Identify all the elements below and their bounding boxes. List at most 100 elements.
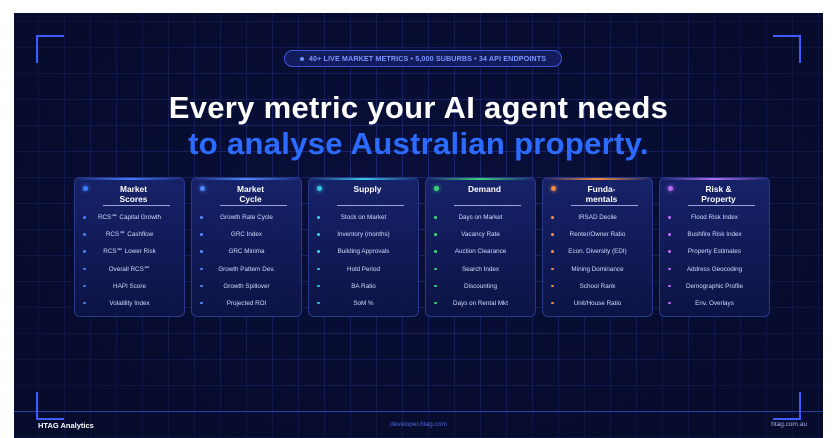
bullet-icon — [668, 250, 671, 253]
metric-list-item: Unit/House Ratio — [547, 295, 648, 312]
card-metric-list: Flood Risk Index Bushfire Risk Index Prope… — [664, 209, 765, 312]
card-accent-line — [543, 178, 652, 180]
card-accent-line — [309, 178, 418, 180]
metric-label: Search Index — [461, 265, 500, 273]
card-divider — [688, 205, 755, 206]
bullet-icon — [83, 301, 86, 305]
bullet-icon — [668, 284, 671, 288]
metric-list-item: Mining Dominance — [547, 261, 648, 278]
metric-list-item: Stock on Market — [313, 209, 414, 226]
metric-label: Volatility Index — [109, 300, 150, 308]
metric-label: IRSAD Decile — [578, 214, 617, 222]
card-title: Supply — [353, 184, 382, 194]
metric-label: Auction Clearance — [454, 248, 507, 256]
bullet-icon — [551, 284, 554, 288]
metric-label: Days on Market — [458, 214, 503, 222]
live-dot-icon — [299, 56, 304, 61]
metric-list-item: Vacancy Rate — [430, 226, 531, 243]
metric-label: Hold Period — [347, 265, 380, 273]
bullet-icon — [317, 284, 320, 288]
metric-label: Stock on Market — [340, 214, 387, 222]
metric-label: Vacancy Rate — [461, 231, 500, 239]
metric-label: RCS℠ Capital Growth — [97, 214, 162, 222]
metric-list-item: Env. Overlays — [664, 295, 765, 312]
metric-list-item: Property Estimates — [664, 243, 765, 260]
metric-label: HAPI Score — [113, 282, 146, 290]
bullet-icon — [200, 216, 203, 219]
bullet-icon — [434, 216, 437, 219]
metric-label: Unit/House Ratio — [573, 300, 622, 308]
card-title: Market Scores — [119, 184, 148, 204]
card-title: Market Cycle — [237, 184, 264, 204]
metric-list-item: Auction Clearance — [430, 243, 531, 260]
metric-label: GRC Index — [230, 231, 263, 239]
card-divider — [454, 205, 521, 206]
card-dot-icon — [668, 186, 673, 191]
card-metric-list: Stock on Market Inventory (months) Buildin… — [313, 209, 414, 312]
bullet-icon — [434, 301, 437, 305]
footer-site-link[interactable]: htag.com.au — [771, 421, 807, 428]
metric-list-item: Overall RCS℠ — [79, 261, 180, 278]
metric-list-item: RCS℠ Capital Growth — [79, 209, 180, 226]
bullet-icon — [83, 216, 86, 219]
metric-list-item: Volatility Index — [79, 295, 180, 312]
metric-list-item: Hold Period — [313, 261, 414, 278]
metric-list-item: Econ. Diversity (EDI) — [547, 243, 648, 260]
card-title: Demand — [467, 184, 502, 194]
card-title: Risk & Property — [701, 184, 736, 204]
metric-label: Env. Overlays — [695, 300, 734, 308]
corner-bracket-top-right — [773, 35, 801, 63]
bullet-icon — [83, 284, 86, 288]
metric-label: BA Ratio — [351, 282, 376, 290]
metric-label: Econ. Diversity (EDI) — [568, 248, 627, 256]
card-dot-icon — [434, 186, 439, 191]
metric-list-item: Address Geocoding — [664, 261, 765, 278]
bullet-icon — [317, 250, 320, 253]
category-card: Funda- mentals IRSAD Decile Renter/Owner R… — [542, 177, 653, 317]
bullet-icon — [200, 301, 203, 305]
metric-label: Building Approvals — [337, 248, 390, 256]
card-metric-list: Days on Market Vacancy Rate Auction Cleara… — [430, 209, 531, 312]
card-metric-list: Growth Rate Cycle GRC Index GRC Minima Grow… — [196, 209, 297, 312]
card-divider — [337, 205, 404, 206]
metric-list-item: IRSAD Decile — [547, 209, 648, 226]
bullet-icon — [83, 233, 86, 236]
metric-label: Property Estimates — [687, 248, 742, 256]
headline-primary: Every metric your AI agent needs — [168, 90, 669, 125]
bullet-icon — [551, 250, 554, 253]
metric-label: Renter/Owner Ratio — [569, 231, 626, 239]
metrics-badge-text: 40+ LIVE MARKET METRICS • 5,000 SUBURBS … — [308, 54, 547, 63]
metric-list-item: Flood Risk Index — [664, 209, 765, 226]
metric-label: Days on Rental Mkt — [453, 300, 508, 308]
bullet-icon — [551, 267, 554, 271]
bullet-icon — [668, 216, 671, 219]
bullet-icon — [83, 250, 86, 253]
bullet-icon — [317, 301, 320, 305]
bullet-icon — [83, 267, 86, 271]
bullet-icon — [434, 233, 437, 236]
metric-list-item: Growth Pattern Dev. — [196, 261, 297, 278]
card-title: Funda- mentals — [585, 184, 618, 204]
metric-label: Growth Spillover — [223, 282, 270, 290]
bullet-icon — [200, 284, 203, 288]
metric-list-item: Growth Spillover — [196, 278, 297, 295]
card-divider — [220, 205, 287, 206]
category-card: Demand Days on Market Vacancy Rate Auction … — [425, 177, 536, 317]
metric-list-item: Days on Rental Mkt — [430, 295, 531, 312]
headline-accent: to analyse Australian property. — [188, 126, 649, 161]
bullet-icon — [317, 216, 320, 219]
metric-list-item: Days on Market — [430, 209, 531, 226]
card-divider — [103, 205, 170, 206]
bullet-icon — [668, 301, 671, 305]
metric-label: Inventory (months) — [337, 231, 390, 239]
footer-bar: HTAG Analytics developer.htag.com htag.c… — [14, 411, 823, 438]
metric-label: Bushfire Risk Index — [687, 231, 742, 239]
metric-list-item: Search Index — [430, 261, 531, 278]
metric-label: Discounting — [464, 282, 497, 290]
metrics-badge: 40+ LIVE MARKET METRICS • 5,000 SUBURBS … — [284, 50, 562, 67]
footer-developer-link[interactable]: developer.htag.com — [14, 421, 823, 428]
bullet-icon — [200, 233, 203, 236]
metric-list-item: School Rank — [547, 278, 648, 295]
metric-list-item: Growth Rate Cycle — [196, 209, 297, 226]
metric-label: Growth Rate Cycle — [220, 214, 273, 222]
